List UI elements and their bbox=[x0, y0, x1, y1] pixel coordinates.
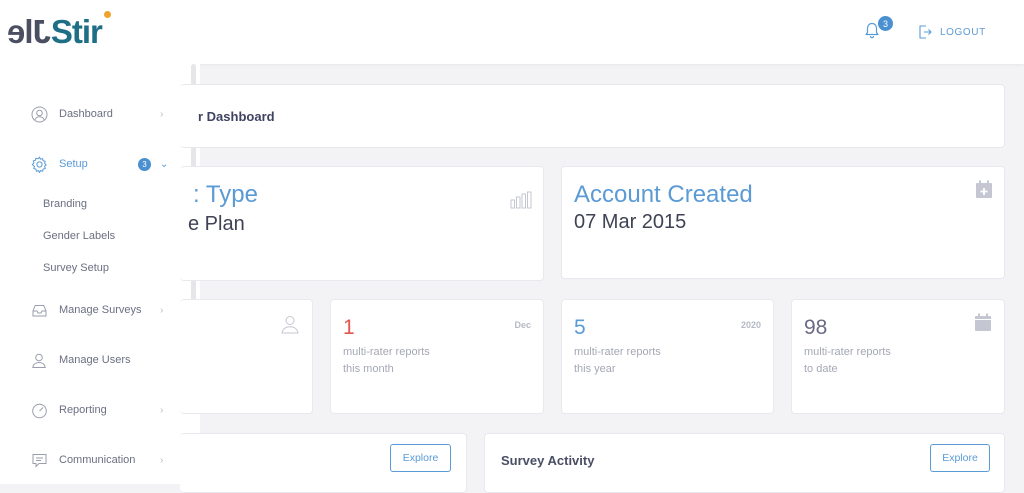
sidebar-item-manage-users[interactable]: Manage Users bbox=[0, 345, 190, 375]
survey-activity-card: Survey Activity Explore bbox=[484, 433, 1005, 493]
stat-description-line: multi-rater reports bbox=[804, 346, 891, 358]
users-icon bbox=[281, 316, 299, 334]
account-type-card: : Type e Plan bbox=[180, 166, 544, 281]
user-circle-icon bbox=[31, 106, 48, 122]
chevron-right-icon: › bbox=[160, 404, 164, 416]
stat-card-users bbox=[180, 299, 313, 414]
sidebar-item-label: Setup bbox=[59, 158, 88, 170]
chevron-down-icon: ⌄ bbox=[160, 158, 169, 170]
page-title-card: r Dashboard bbox=[180, 84, 1005, 148]
stat-period-tag: Dec bbox=[514, 320, 531, 330]
stat-description: multi-rater reports this month bbox=[343, 344, 493, 378]
stat-number: 98 bbox=[804, 316, 828, 339]
users-icon bbox=[32, 353, 46, 368]
bottom-left-card: Explore bbox=[180, 433, 467, 493]
setup-badge: 3 bbox=[138, 157, 151, 171]
sidebar-item-communication[interactable]: Communication › bbox=[0, 445, 190, 475]
sidebar-subitem-branding[interactable]: Branding bbox=[43, 198, 87, 210]
explore-button[interactable]: Explore bbox=[390, 444, 451, 472]
sidebar-item-label: Communication bbox=[59, 454, 136, 466]
stat-description: multi-rater reports this year bbox=[574, 344, 724, 378]
sidebar-subitem-gender-labels[interactable]: Gender Labels bbox=[43, 230, 115, 242]
chevron-right-icon: › bbox=[160, 108, 164, 120]
sidebar-item-label: Dashboard bbox=[59, 108, 113, 120]
sidebar-item-manage-surveys[interactable]: Manage Surveys › bbox=[0, 295, 190, 325]
sidebar-item-reporting[interactable]: Reporting › bbox=[0, 395, 190, 425]
stat-description-line: to date bbox=[804, 363, 838, 375]
sidebar-item-setup[interactable]: Setup 3 ⌄ bbox=[0, 149, 190, 179]
stat-description: multi-rater reports to date bbox=[804, 344, 954, 378]
bar-chart-icon bbox=[510, 191, 532, 209]
logo[interactable]: Jle Stir bbox=[8, 11, 111, 50]
account-created-card: Account Created 07 Mar 2015 bbox=[561, 166, 1005, 279]
stat-description-line: multi-rater reports bbox=[343, 346, 430, 358]
chat-icon bbox=[32, 453, 47, 468]
inbox-icon bbox=[32, 304, 47, 316]
logout-icon bbox=[919, 25, 932, 39]
sidebar-subitem-survey-setup[interactable]: Survey Setup bbox=[43, 262, 109, 274]
sidebar-item-label: Manage Users bbox=[59, 354, 131, 366]
gauge-icon bbox=[32, 403, 47, 418]
stat-description-line: this year bbox=[574, 363, 616, 375]
sidebar-item-label: Manage Surveys bbox=[59, 304, 142, 316]
account-type-title: : Type bbox=[193, 181, 258, 208]
stat-number: 5 bbox=[574, 316, 586, 339]
page-title: r Dashboard bbox=[198, 109, 275, 124]
explore-button[interactable]: Explore bbox=[930, 444, 990, 472]
account-created-title: Account Created bbox=[574, 181, 753, 208]
account-created-value: 07 Mar 2015 bbox=[574, 211, 687, 233]
logo-text: Stir bbox=[50, 11, 111, 50]
account-type-value: e Plan bbox=[188, 213, 245, 235]
logout-button[interactable]: LOGOUT bbox=[918, 24, 986, 40]
stat-period-tag: 2020 bbox=[740, 320, 761, 330]
sidebar: Dashboard › Setup 3 ⌄ Branding Gender La… bbox=[0, 64, 200, 484]
sidebar-item-dashboard[interactable]: Dashboard › bbox=[0, 99, 190, 129]
stat-number: 1 bbox=[343, 316, 355, 339]
gear-icon bbox=[31, 155, 47, 173]
sidebar-item-label: Reporting bbox=[59, 404, 107, 416]
chevron-right-icon: › bbox=[160, 454, 164, 466]
stat-card-year: 5 2020 multi-rater reports this year bbox=[561, 299, 774, 414]
stat-card-to-date: 98 multi-rater reports to date bbox=[791, 299, 1005, 414]
survey-activity-title: Survey Activity bbox=[501, 453, 595, 468]
stat-description-line: multi-rater reports bbox=[574, 346, 661, 358]
logo-reversed-text: Jle bbox=[8, 13, 51, 50]
calendar-plus-icon bbox=[976, 180, 992, 198]
notification-badge: 3 bbox=[878, 16, 893, 31]
stat-description-line: this month bbox=[343, 363, 394, 375]
chevron-right-icon: › bbox=[160, 304, 164, 316]
top-bar: Jle Stir 3 LOGOUT bbox=[0, 0, 1024, 64]
calendar-icon bbox=[975, 313, 991, 331]
logout-label: LOGOUT bbox=[940, 26, 986, 38]
stat-card-month: 1 Dec multi-rater reports this month bbox=[330, 299, 544, 414]
